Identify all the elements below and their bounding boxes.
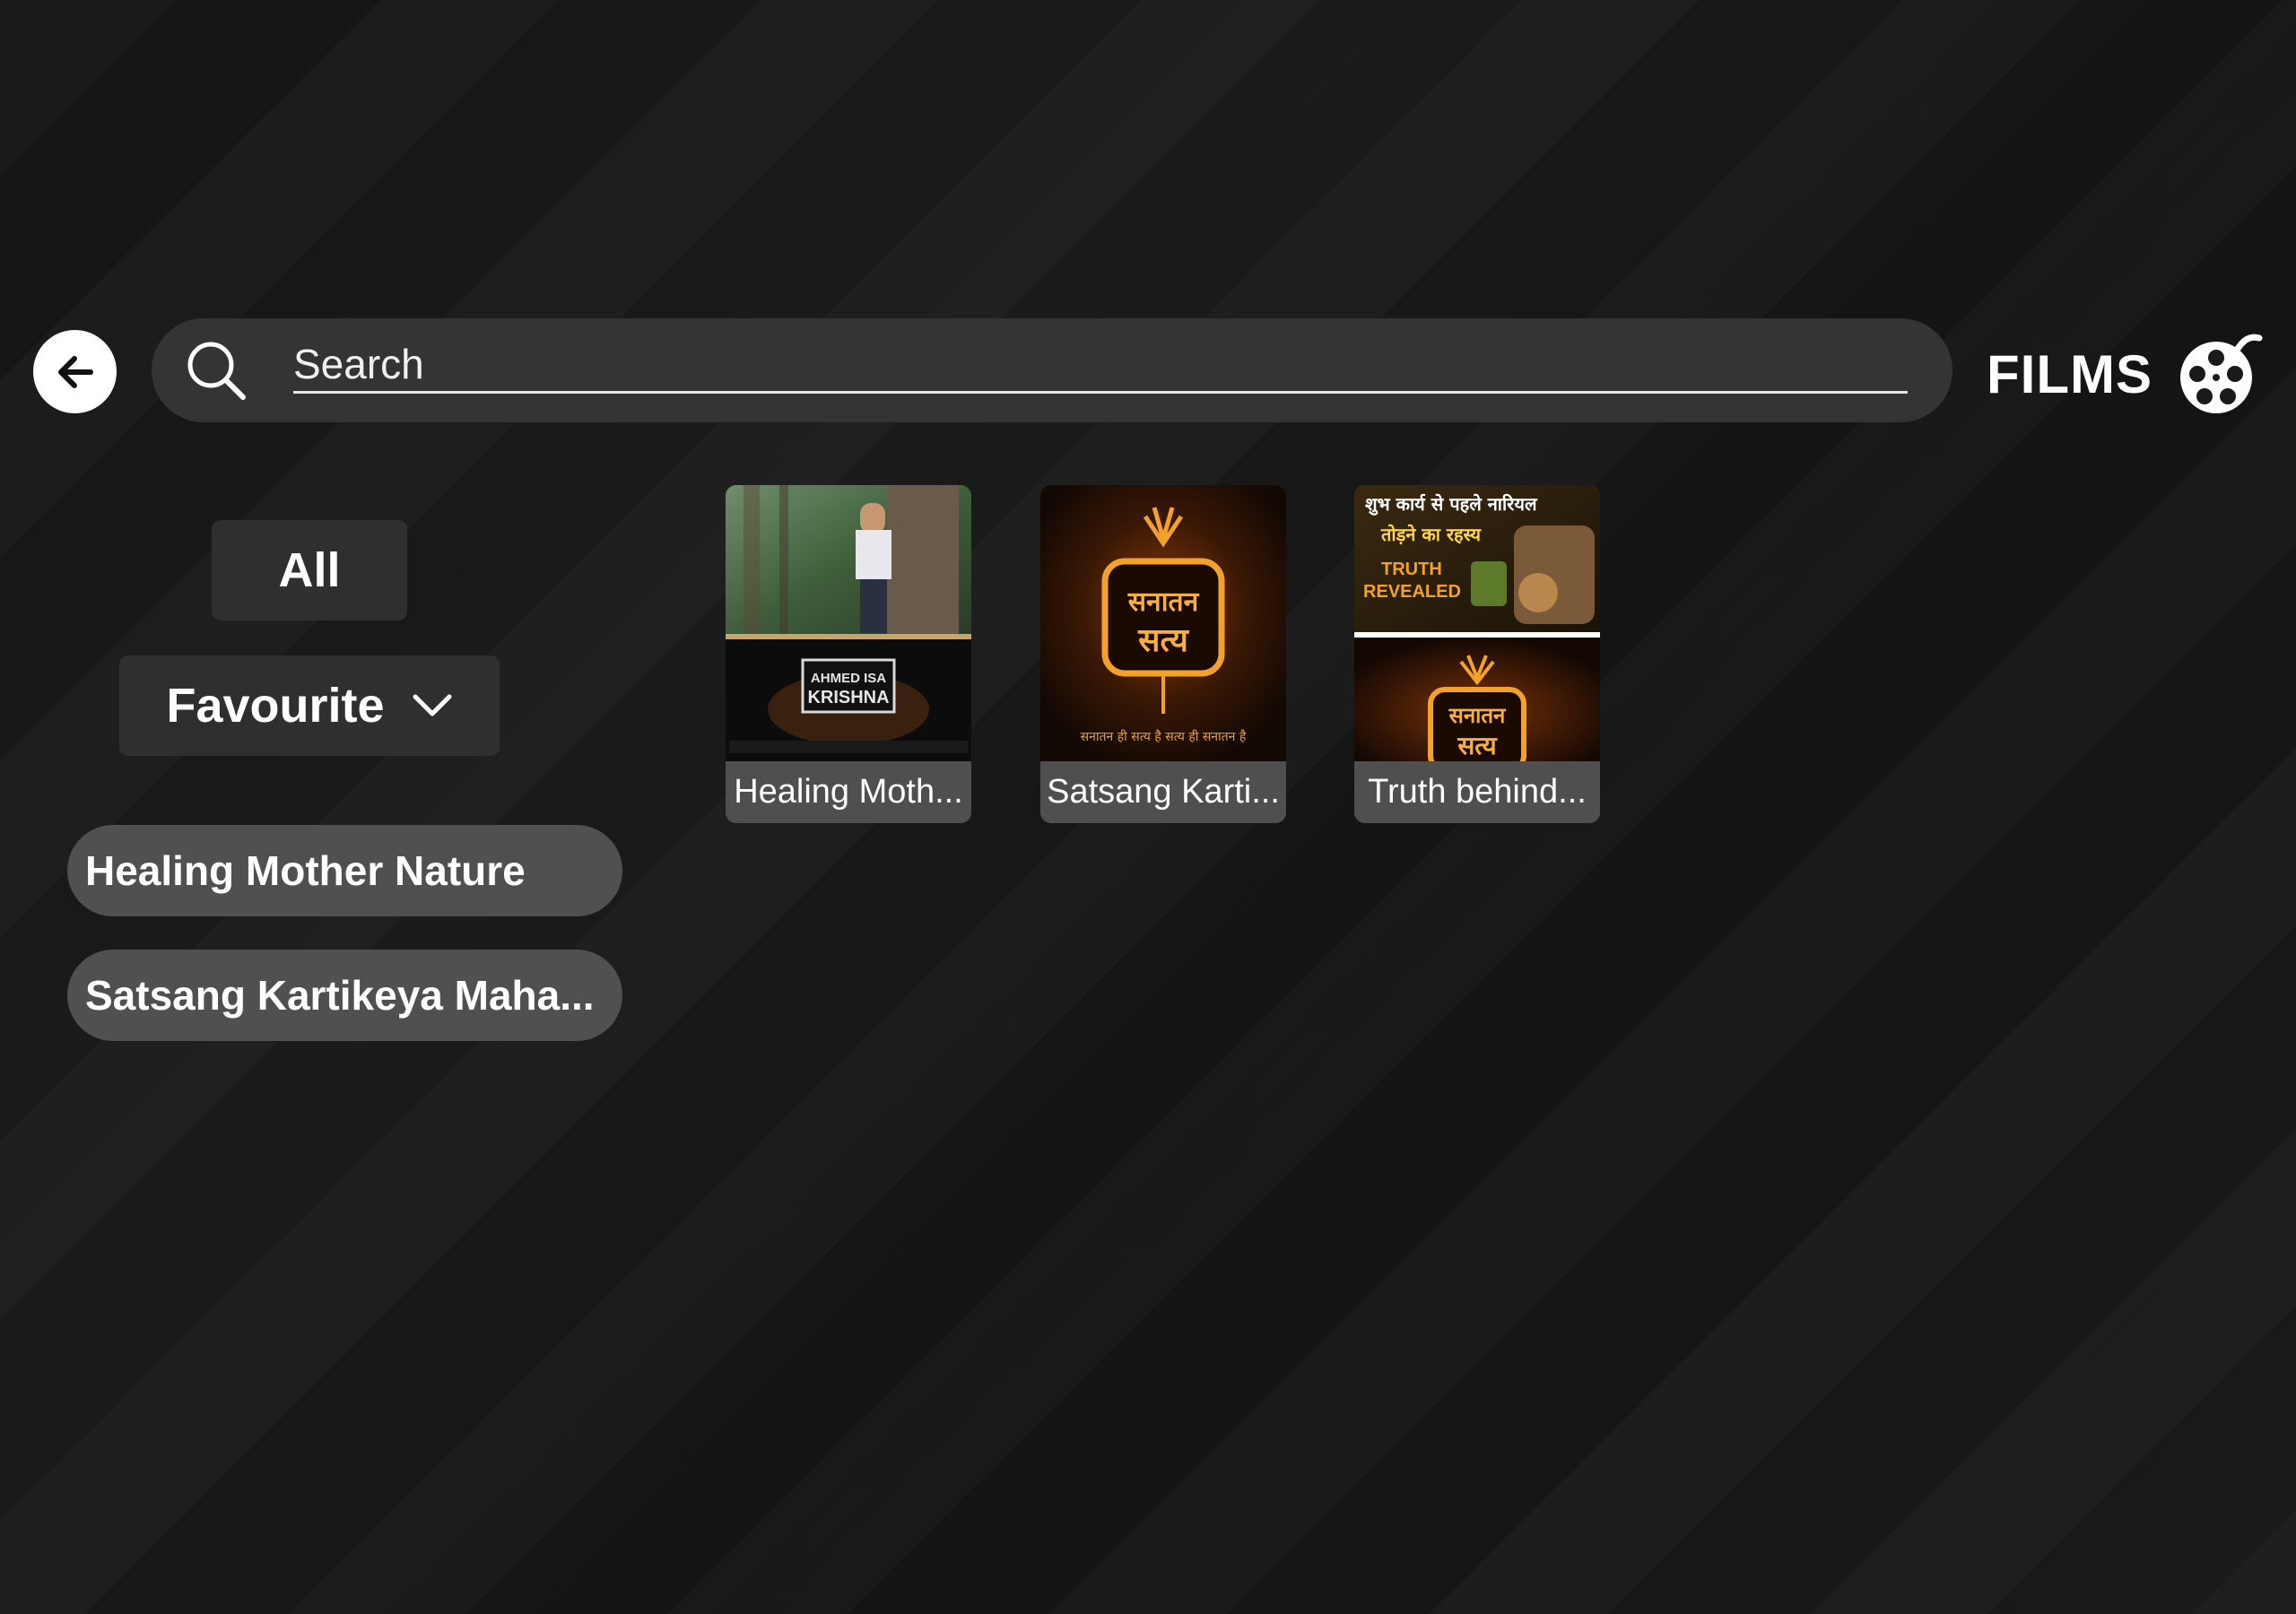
svg-text:सनातन: सनातन — [1448, 703, 1507, 728]
video-card[interactable]: AHMED ISA KRISHNA Healing Moth... — [726, 485, 971, 823]
page-title: FILMS — [1987, 344, 2152, 404]
filter-favourite-label: Favourite — [166, 679, 385, 733]
filter-all-label: All — [278, 543, 341, 597]
svg-text:सनातन ही सत्य है सत्य ही सनातन: सनातन ही सत्य है सत्य ही सनातन है — [1081, 729, 1247, 744]
back-button[interactable] — [33, 330, 117, 413]
filter-favourite-dropdown[interactable]: Favourite — [119, 655, 500, 756]
playlist-item-label: Satsang Kartikeya Maha... — [85, 972, 595, 1019]
playlist-item-healing-mother-nature[interactable]: Healing Mother Nature — [67, 825, 622, 916]
video-title: Healing Moth... — [726, 761, 971, 823]
search-input[interactable] — [293, 336, 1908, 394]
chevron-down-icon — [413, 694, 452, 716]
filter-all-button[interactable]: All — [212, 520, 407, 620]
film-reel-icon[interactable] — [2175, 329, 2265, 419]
playlist-item-satsang-kartikeya[interactable]: Satsang Kartikeya Maha... — [67, 950, 622, 1041]
video-thumbnail: AHMED ISA KRISHNA — [726, 485, 971, 761]
video-title: Satsang Karti... — [1040, 761, 1286, 823]
playlist-item-label: Healing Mother Nature — [85, 847, 526, 894]
svg-text:TRUTH: TRUTH — [1381, 560, 1442, 579]
svg-text:तोड़ने का रहस्य: तोड़ने का रहस्य — [1380, 524, 1482, 545]
top-bar: FILMS — [0, 318, 2296, 424]
svg-text:AHMED ISA: AHMED ISA — [811, 671, 886, 686]
video-thumbnail: शुभ कार्य से पहले नारियल तोड़ने का रहस्य… — [1354, 485, 1600, 761]
video-thumbnail: सनातन सत्य सनातन ही सत्य है सत्य ही सनात… — [1040, 485, 1286, 761]
svg-text:सत्य: सत्य — [1137, 622, 1189, 659]
svg-text:सत्य: सत्य — [1457, 731, 1498, 760]
svg-text:सनातन: सनातन — [1127, 586, 1200, 618]
video-title: Truth behind... — [1354, 761, 1600, 823]
svg-text:शुभ कार्य से पहले नारियल: शुभ कार्य से पहले नारियल — [1365, 493, 1538, 516]
video-card[interactable]: शुभ कार्य से पहले नारियल तोड़ने का रहस्य… — [1354, 485, 1600, 823]
svg-text:KRISHNA: KRISHNA — [807, 688, 889, 707]
svg-text:REVEALED: REVEALED — [1363, 582, 1461, 602]
search-bar[interactable] — [152, 318, 1952, 422]
search-icon[interactable] — [182, 336, 250, 404]
video-card[interactable]: सनातन सत्य सनातन ही सत्य है सत्य ही सनात… — [1040, 485, 1286, 823]
back-arrow-icon — [57, 355, 93, 388]
